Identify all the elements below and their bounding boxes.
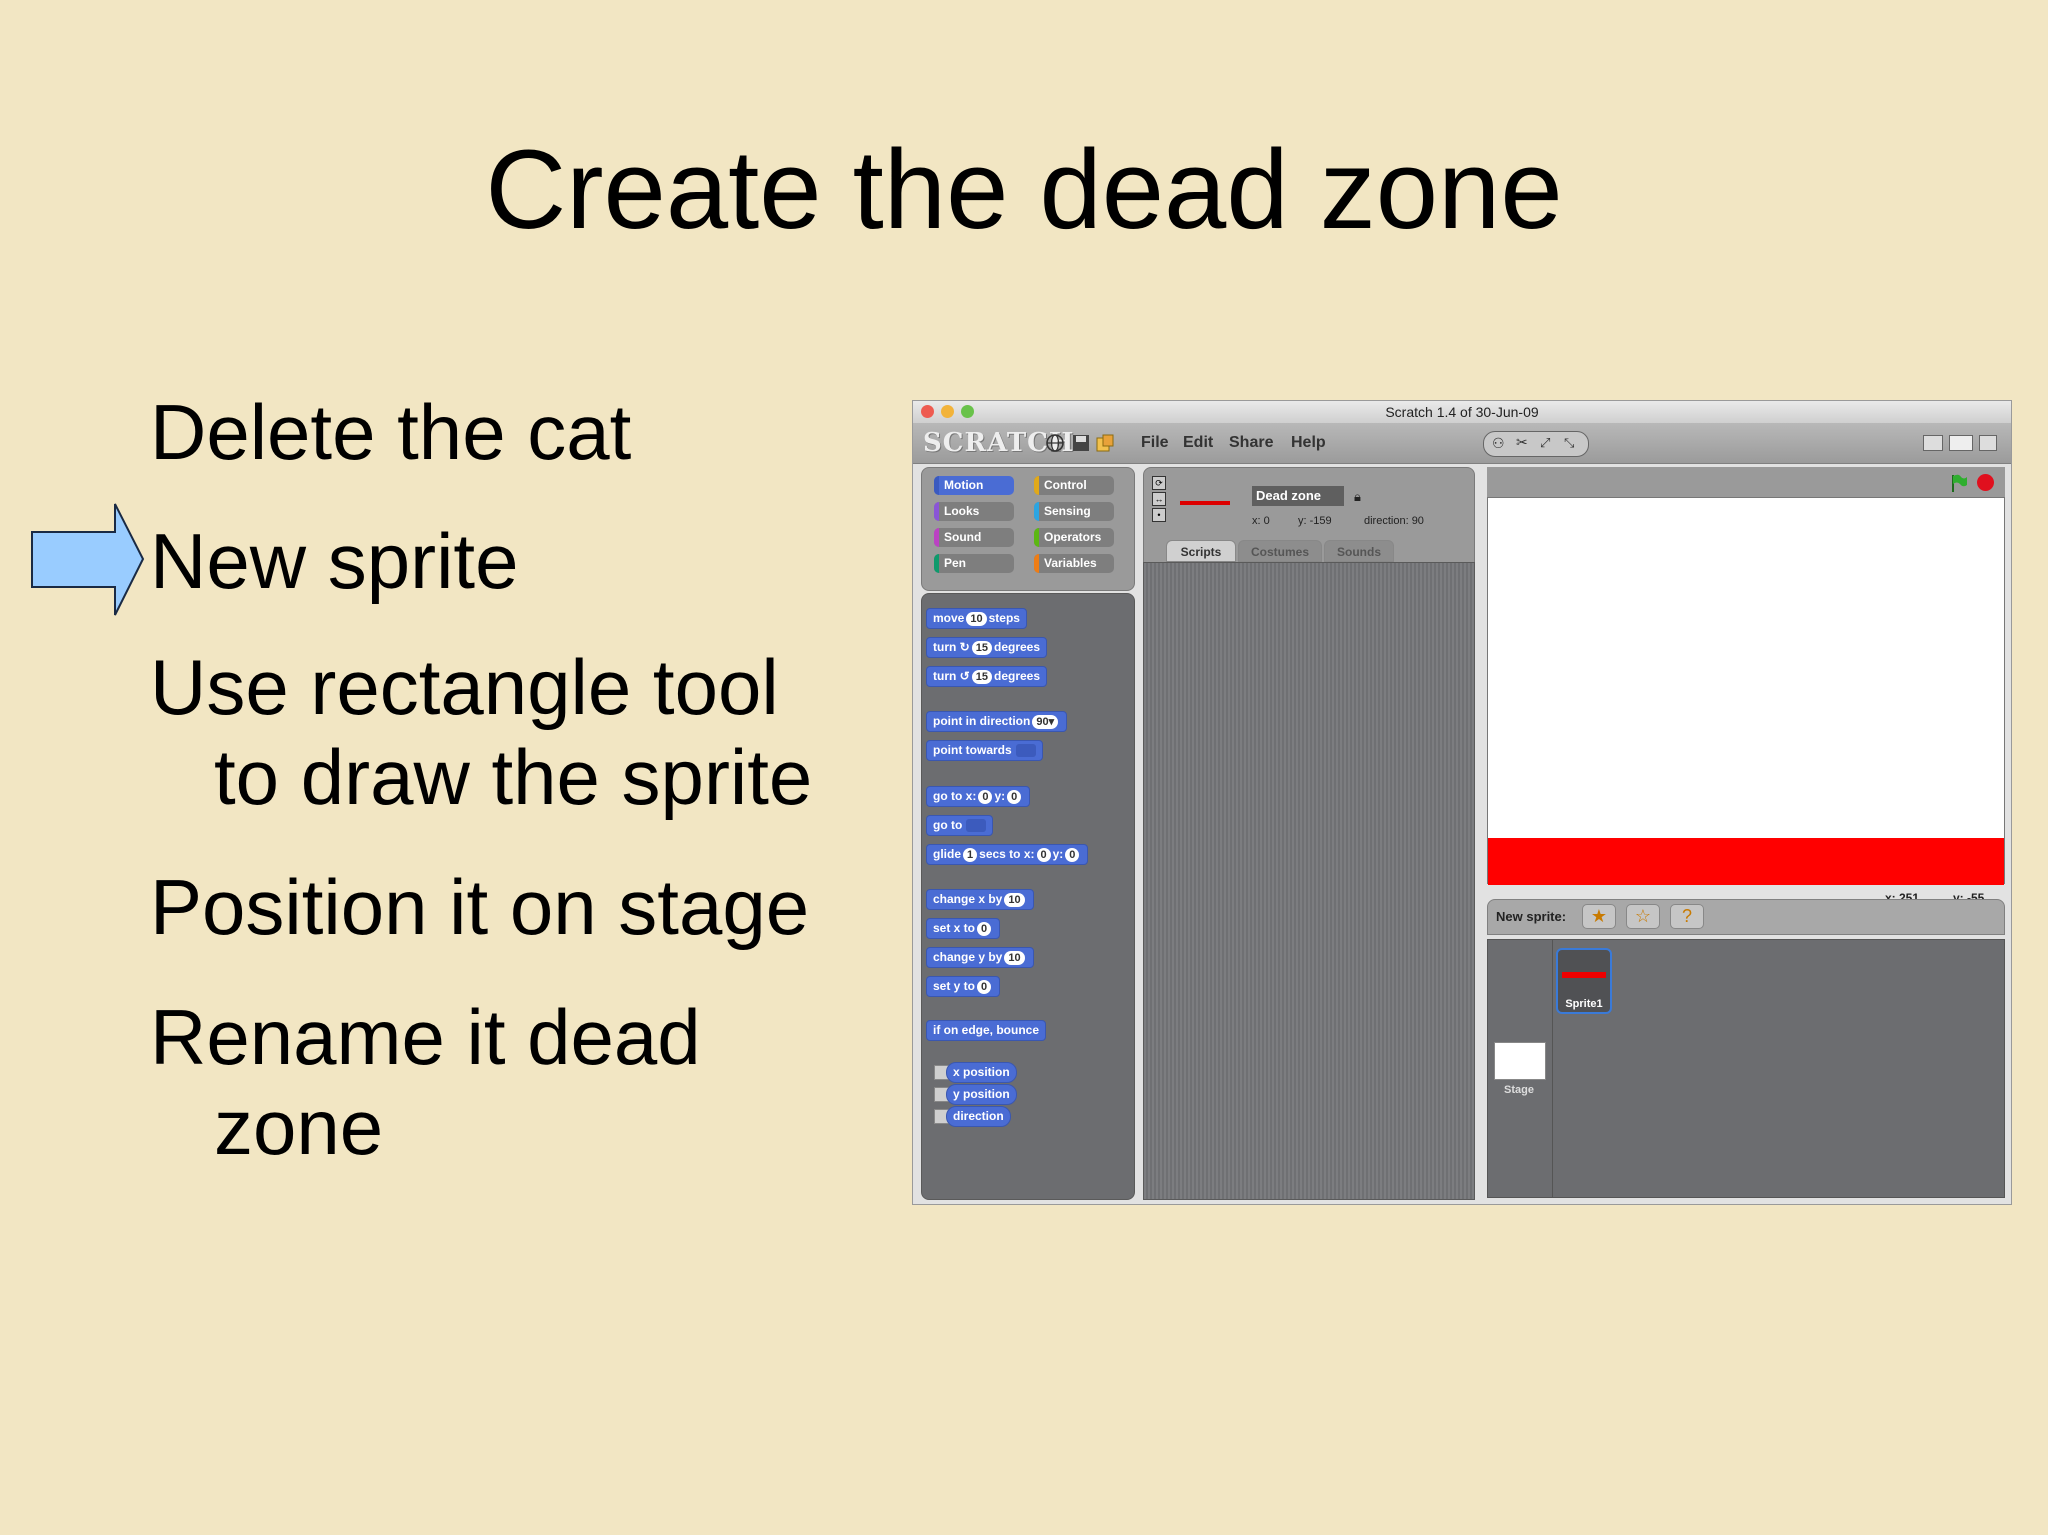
block-go-to[interactable]: go to — [926, 815, 994, 836]
edit-tools: ⚇ ✂ ⤢ ⤡ — [1483, 431, 1589, 457]
share-project-icon[interactable] — [1095, 433, 1115, 453]
bullet-rename: Rename it dead zone — [150, 993, 701, 1172]
rotate-counterclockwise-icon: ↺ — [959, 669, 970, 683]
reporter-y-position[interactable]: y position — [946, 1084, 1017, 1105]
choose-sprite-from-file-icon[interactable]: ☆ — [1626, 904, 1660, 929]
stage[interactable] — [1487, 497, 2005, 885]
bullet-new-sprite: New sprite — [150, 517, 518, 607]
bullet-text: Delete the cat — [150, 388, 632, 476]
presentation-mode-icon[interactable] — [1979, 435, 1997, 451]
small-stage-icon[interactable] — [1923, 435, 1943, 451]
block-set-y[interactable]: set y to 0 — [926, 976, 1001, 997]
rotate-style-icon[interactable]: ⟳ — [1152, 476, 1166, 490]
stage-label: Stage — [1504, 1084, 1534, 1096]
sprite-name-field[interactable]: Dead zone — [1252, 486, 1344, 506]
block-turn-left[interactable]: turn ↺ 15 degrees — [926, 666, 1048, 687]
bullet-position-stage: Position it on stage — [150, 863, 809, 953]
block-turn-right[interactable]: turn ↻ 15 degrees — [926, 637, 1048, 658]
sprite-x: x: 0 — [1252, 515, 1270, 527]
lock-icon[interactable]: 🔒︎ — [1354, 489, 1361, 505]
bullet-text-continued: to draw the sprite — [214, 732, 813, 821]
menu-edit[interactable]: Edit — [1183, 434, 1213, 452]
category-variables[interactable]: Variables — [1034, 554, 1114, 573]
sprite-costume-preview — [1562, 972, 1606, 978]
block-set-x[interactable]: set x to 0 — [926, 918, 1001, 939]
scripts-area[interactable] — [1143, 562, 1475, 1200]
slide-title: Create the dead zone — [485, 127, 1563, 252]
right-arrow-icon — [31, 503, 145, 616]
surprise-sprite-icon[interactable]: ? — [1670, 904, 1704, 929]
scratch-window: Scratch 1.4 of 30-Jun-09 SCRATCH File Ed… — [912, 400, 2012, 1205]
reporter-direction[interactable]: direction — [946, 1106, 1011, 1127]
block-point-towards[interactable]: point towards — [926, 740, 1043, 761]
category-looks[interactable]: Looks — [934, 502, 1014, 521]
category-panel: Motion Control Looks Sensing Sound Opera… — [921, 467, 1135, 591]
tab-scripts[interactable]: Scripts — [1166, 540, 1236, 562]
bullet-rectangle-tool: Use rectangle tool to draw the sprite — [150, 643, 812, 822]
block-glide[interactable]: glide 1 secs to x: 0 y: 0 — [926, 844, 1089, 865]
sprite-direction: direction: 90 — [1364, 515, 1424, 527]
shrink-icon[interactable]: ⤡ — [1564, 435, 1574, 451]
save-icon[interactable] — [1071, 433, 1091, 453]
bullet-text: Use rectangle tool — [150, 643, 779, 731]
sprite-y: y: -159 — [1298, 515, 1332, 527]
bullet-delete-cat: Delete the cat — [150, 388, 631, 478]
bullet-text-continued: zone — [214, 1082, 384, 1171]
block-go-to-xy[interactable]: go to x: 0 y: 0 — [926, 786, 1031, 807]
category-sound[interactable]: Sound — [934, 528, 1014, 547]
block-point-in-direction[interactable]: point in direction 90▾ — [926, 711, 1068, 732]
no-rotate-icon[interactable]: • — [1152, 508, 1166, 522]
block-move-steps[interactable]: move 10 steps — [926, 608, 1027, 629]
delete-scissors-icon[interactable]: ✂ — [1516, 434, 1528, 451]
stop-icon[interactable] — [1977, 474, 1994, 491]
tab-sounds[interactable]: Sounds — [1324, 540, 1394, 562]
category-sensing[interactable]: Sensing — [1034, 502, 1114, 521]
globe-icon[interactable] — [1045, 433, 1065, 453]
menu-share[interactable]: Share — [1229, 434, 1273, 452]
category-operators[interactable]: Operators — [1034, 528, 1114, 547]
menu-help[interactable]: Help — [1291, 434, 1326, 452]
new-sprite-label: New sprite: — [1496, 909, 1567, 924]
block-change-x[interactable]: change x by 10 — [926, 889, 1034, 910]
bullet-text: New sprite — [150, 517, 519, 605]
sprite-label: Sprite1 — [1565, 998, 1603, 1010]
category-pen[interactable]: Pen — [934, 554, 1014, 573]
menu-bar: SCRATCH File Edit Share Help ⚇ ✂ ⤢ ⤡ — [913, 423, 2011, 464]
sprite-info: ⟳ ↔ • Dead zone 🔒︎ x: 0 y: -159 directio… — [1143, 467, 1475, 564]
divider — [1552, 940, 1553, 1197]
stage-thumbnail[interactable] — [1494, 1042, 1546, 1080]
sprite-thumbnail-sprite1[interactable]: Sprite1 — [1556, 948, 1612, 1014]
green-flag-icon[interactable] — [1949, 473, 1969, 493]
sprite-list: Sprite1 Stage — [1487, 939, 2005, 1198]
normal-stage-icon[interactable] — [1949, 435, 1973, 451]
dead-zone-sprite[interactable] — [1488, 838, 2004, 885]
block-palette: move 10 steps turn ↻ 15 degrees turn ↺ 15 degr… — [921, 593, 1135, 1200]
new-sprite-bar: New sprite: ★ ☆ ? — [1487, 899, 2005, 935]
tab-costumes[interactable]: Costumes — [1238, 540, 1322, 562]
rotate-clockwise-icon: ↻ — [959, 640, 970, 654]
dropdown-icon — [1015, 744, 1036, 758]
stage-header — [1487, 467, 2005, 497]
bullet-text: Position it on stage — [150, 863, 810, 951]
block-change-y[interactable]: change y by 10 — [926, 947, 1034, 968]
bullet-text: Rename it dead — [150, 993, 701, 1081]
category-motion[interactable]: Motion — [934, 476, 1014, 495]
block-if-on-edge-bounce[interactable]: if on edge, bounce — [926, 1020, 1047, 1041]
flip-style-icon[interactable]: ↔ — [1152, 492, 1166, 506]
category-control[interactable]: Control — [1034, 476, 1114, 495]
window-title: Scratch 1.4 of 30-Jun-09 — [1385, 404, 1539, 420]
menu-file[interactable]: File — [1141, 434, 1169, 452]
paint-new-sprite-icon[interactable]: ★ — [1582, 904, 1616, 929]
dropdown-icon — [966, 819, 987, 833]
grow-icon[interactable]: ⤢ — [1540, 435, 1550, 451]
sprite-thumbnail — [1180, 501, 1230, 505]
title-bar: Scratch 1.4 of 30-Jun-09 — [913, 401, 2011, 424]
reporter-x-position[interactable]: x position — [946, 1062, 1017, 1083]
duplicate-icon[interactable]: ⚇ — [1492, 435, 1505, 452]
